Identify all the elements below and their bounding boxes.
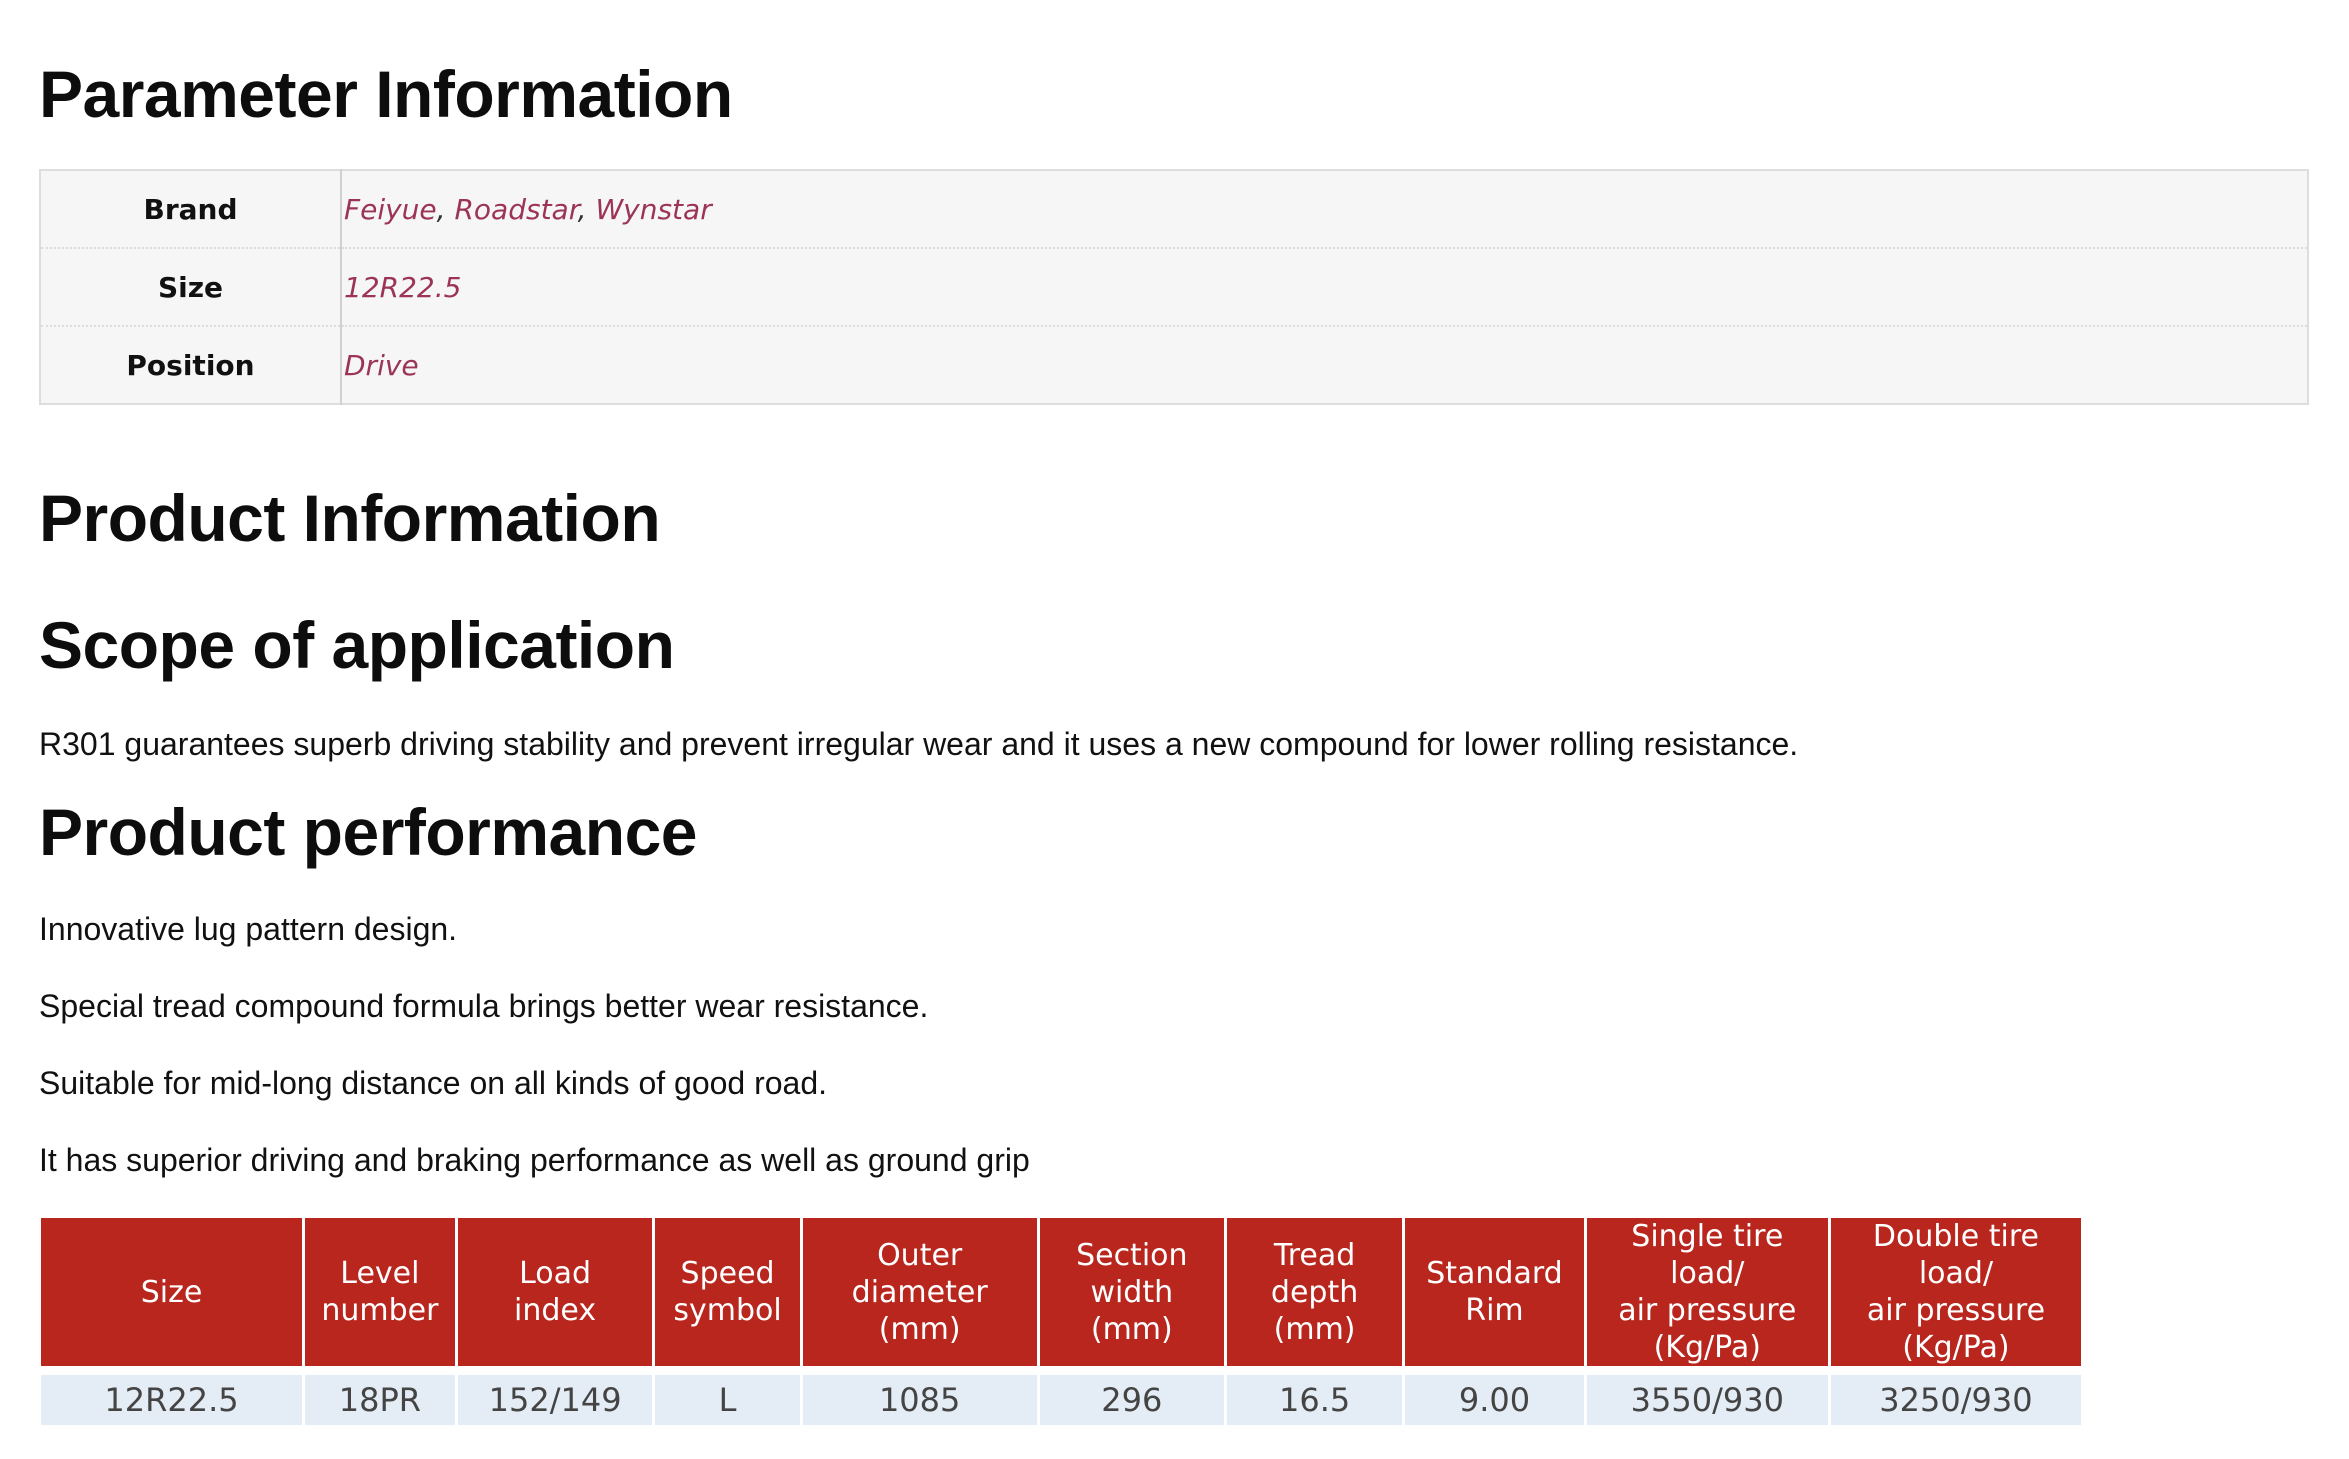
performance-line: Special tread compound formula brings be… (39, 988, 929, 1024)
spec-header-section-width: Section width (mm) (1038, 1218, 1227, 1366)
spec-cell-size: 12R22.5 (41, 1375, 306, 1425)
separator: , (436, 192, 455, 226)
param-value-position: Drive (341, 325, 2308, 404)
size-link[interactable]: 12R22.5 (344, 271, 461, 304)
separator: , (577, 192, 596, 226)
spec-table-image: Size Level number Load index Speed symbo… (41, 1218, 2081, 1425)
spec-gap-row (41, 1366, 2081, 1375)
brand-link-wynstar[interactable]: Wynstar (595, 193, 711, 226)
spec-cell-load-index: 152/149 (456, 1375, 656, 1425)
spec-header-level-number: Level number (303, 1218, 458, 1366)
spec-header-size: Size (41, 1218, 306, 1366)
spec-cell-standard-rim: 9.00 (1403, 1375, 1587, 1425)
product-information-heading: Product Information (39, 481, 661, 555)
position-link[interactable]: Drive (344, 349, 419, 382)
scope-description: R301 guarantees superb driving stability… (39, 726, 1799, 762)
param-row-position: Position Drive (40, 325, 2308, 404)
spec-gap-cell (41, 1366, 2081, 1375)
param-label-position: Position (40, 325, 342, 404)
scope-of-application-heading: Scope of application (39, 608, 675, 682)
spec-header-outer-diameter: Outer diameter (mm) (801, 1218, 1040, 1366)
spec-cell-section-width: 296 (1038, 1375, 1227, 1425)
performance-line: It has superior driving and braking perf… (39, 1142, 1030, 1178)
param-value-size: 12R22.5 (341, 247, 2308, 326)
brand-link-roadstar[interactable]: Roadstar (454, 193, 577, 226)
param-value-brand: Feiyue, Roadstar, Wynstar (341, 170, 2308, 248)
param-row-brand: Brand Feiyue, Roadstar, Wynstar (40, 170, 2308, 248)
spec-table: Size Level number Load index Speed symbo… (41, 1218, 2081, 1425)
param-label-size: Size (40, 247, 342, 326)
product-performance-heading: Product performance (39, 795, 697, 869)
spec-header-speed-symbol: Speed symbol (653, 1218, 803, 1366)
spec-header-standard-rim: Standard Rim (1403, 1218, 1587, 1366)
spec-header-single-tire-load: Single tire load/ air pressure (Kg/Pa) (1585, 1218, 1831, 1366)
spec-header-double-tire-load: Double tire load/ air pressure (Kg/Pa) (1829, 1218, 2081, 1366)
spec-cell-speed-symbol: L (653, 1375, 803, 1425)
param-label-brand: Brand (40, 170, 342, 248)
parameter-information-heading: Parameter Information (39, 57, 733, 131)
param-row-size: Size 12R22.5 (40, 247, 2308, 326)
spec-cell-double-tire-load: 3250/930 (1829, 1375, 2081, 1425)
spec-cell-level-number: 18PR (303, 1375, 458, 1425)
brand-link-feiyue[interactable]: Feiyue (344, 193, 437, 226)
spec-header-row: Size Level number Load index Speed symbo… (41, 1218, 2081, 1366)
parameter-table: Brand Feiyue, Roadstar, Wynstar Size 12R… (39, 169, 2309, 405)
performance-line: Suitable for mid-long distance on all ki… (39, 1065, 828, 1101)
spec-data-row: 12R22.5 18PR 152/149 L 1085 296 16.5 9.0… (41, 1375, 2081, 1425)
performance-line: Innovative lug pattern design. (39, 911, 458, 947)
spec-header-load-index: Load index (456, 1218, 656, 1366)
spec-cell-single-tire-load: 3550/930 (1585, 1375, 1831, 1425)
spec-cell-outer-diameter: 1085 (801, 1375, 1040, 1425)
spec-header-tread-depth: Tread depth (mm) (1225, 1218, 1406, 1366)
spec-cell-tread-depth: 16.5 (1225, 1375, 1406, 1425)
